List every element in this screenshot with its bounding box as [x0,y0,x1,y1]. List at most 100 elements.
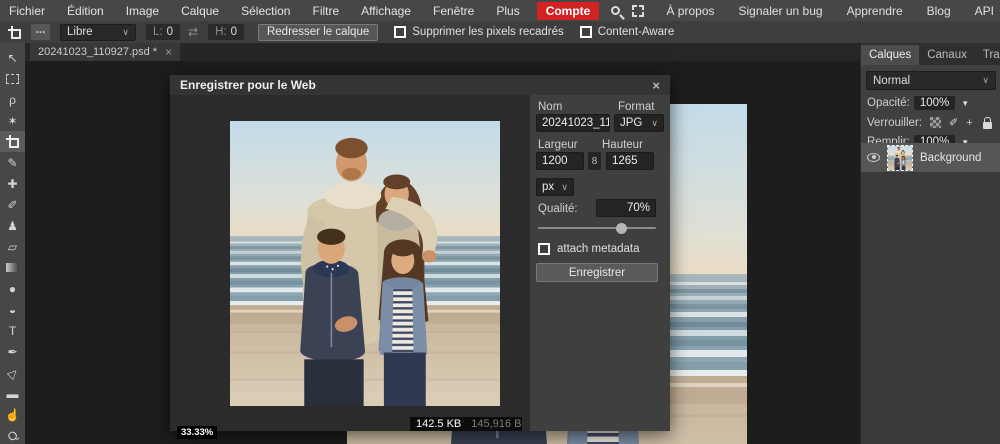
lock-position-icon[interactable]: + [966,117,972,129]
largeur-input[interactable]: 1200 [536,152,584,170]
swap-dimensions-icon[interactable]: ⇄ [188,25,198,39]
file-size-bytes: 145,916 B [471,418,522,430]
filename-input[interactable]: 20241023_1109 [536,114,610,132]
triangle-down-icon[interactable]: ▼ [961,99,969,108]
layer-row-background[interactable]: Background [861,143,1000,172]
opacity-row: Opacité: 100% ▼ [867,96,1000,110]
crop-icon [6,135,19,148]
fullscreen-button[interactable] [632,4,645,17]
marquee-select-tool[interactable] [0,68,25,89]
menu-selection[interactable]: Sélection [230,4,301,18]
pen-tool[interactable]: ✒ [0,341,25,362]
lasso-tool[interactable]: ρ [0,89,25,110]
unit-value: px [542,181,555,193]
dodge-icon: ◒ [8,302,17,317]
crop-preset-select[interactable]: Libre ∨ [60,23,136,41]
lock-row: Verrouiller: ✐ + [867,116,1000,129]
dialog-title-bar[interactable]: Enregistrer pour le Web × [170,75,670,95]
menu-fenetre[interactable]: Fenêtre [422,4,485,18]
layer-visibility-icon[interactable] [867,153,880,162]
lock-transparency-icon[interactable] [929,117,941,128]
quality-slider[interactable] [538,222,656,234]
document-tab-title: 20241023_110927.psd * [38,46,158,58]
quality-input[interactable]: 70% [596,199,656,217]
save-button[interactable]: Enregistrer [536,263,658,282]
menu-bar: Fichier Édition Image Calque Sélection F… [0,0,1000,21]
quality-slider-thumb[interactable] [615,222,627,234]
document-tab[interactable]: 20241023_110927.psd * × [30,43,181,61]
clone-stamp-icon: ♟ [7,218,18,233]
menu-edition[interactable]: Édition [56,4,115,18]
menu-api[interactable]: API [975,4,994,18]
magic-wand-tool[interactable]: ✶ [0,110,25,131]
attach-metadata-option[interactable]: attach metadata [538,243,639,255]
content-aware-checkbox[interactable] [579,26,592,38]
content-aware-label: Content-Aware [597,26,675,38]
account-button[interactable]: Compte [536,1,600,20]
delete-cropped-pixels-checkbox[interactable] [394,26,407,38]
blend-mode-select[interactable]: Normal ∨ [866,71,996,90]
layers-panel: Calques Canaux Tracés Normal ∨ Opacité: … [860,43,1000,444]
menu-signaler-bug[interactable]: Signaler un bug [739,4,823,18]
largeur-label: Largeur [538,139,578,151]
layer-thumbnail[interactable] [887,144,913,171]
gradient-tool[interactable] [0,257,25,278]
healing-brush-icon: ✚ [7,176,18,191]
tab-canaux[interactable]: Canaux [919,45,975,65]
menu-affichage[interactable]: Affichage [350,4,422,18]
clone-stamp-tool[interactable]: ♟ [0,215,25,236]
path-select-icon: ▷ [4,364,21,381]
search-button[interactable] [611,6,621,15]
nom-label: Nom [538,101,563,113]
attach-metadata-checkbox[interactable] [538,243,550,255]
eyedropper-tool[interactable]: ✎ [0,152,25,173]
tab-calques[interactable]: Calques [861,45,920,65]
width-field[interactable]: L: 0 [146,24,180,40]
menu-fichier[interactable]: Fichier [9,4,56,18]
tab-traces[interactable]: Tracés [975,45,1000,65]
menu-calque[interactable]: Calque [170,4,230,18]
brush-tool[interactable]: ✐ [0,194,25,215]
lock-all-icon[interactable] [982,116,992,129]
delete-cropped-pixels-label: Supprimer les pixels recadrés [412,26,564,38]
blur-tool[interactable]: ● [0,278,25,299]
hauteur-input[interactable]: 1265 [606,152,654,170]
link-dimensions-icon[interactable]: 8 [588,152,601,170]
gradient-icon [6,263,19,272]
menu-a-propos[interactable]: À propos [666,4,714,18]
hand-tool[interactable]: ☝ [0,404,25,425]
type-tool[interactable]: T [0,320,25,341]
dialog-close-icon[interactable]: × [652,78,660,93]
eraser-tool[interactable]: ▱ [0,236,25,257]
magic-wand-icon: ✶ [7,113,18,128]
menu-plus[interactable]: Plus [485,4,530,18]
file-size-bar: 142.5 KB 145,916 B [410,417,522,431]
tab-close-icon[interactable]: × [165,45,172,59]
move-tool[interactable]: ↖ [0,47,25,68]
zoom-tool[interactable]: Q [0,425,25,444]
opacity-value[interactable]: 100% [913,96,956,110]
format-select[interactable]: JPG ∨ [614,114,664,132]
dialog-preview-area[interactable] [170,95,530,431]
height-field[interactable]: H: 0 [208,24,244,40]
lock-paint-icon[interactable]: ✐ [949,116,958,129]
path-select-tool[interactable]: ▷ [0,362,25,383]
shape-icon: ▬ [6,386,19,401]
dodge-tool[interactable]: ◒ [0,299,25,320]
move-tool-icon: ↖ [7,50,18,65]
delete-cropped-pixels-option[interactable]: Supprimer les pixels recadrés [394,26,564,38]
type-icon: T [8,323,17,338]
search-icon [611,6,621,15]
shape-tool[interactable]: ▬ [0,383,25,404]
menu-blog[interactable]: Blog [927,4,951,18]
straighten-layer-button[interactable]: Redresser le calque [257,23,379,41]
healing-brush-tool[interactable]: ✚ [0,173,25,194]
unit-select[interactable]: px ∨ [536,178,574,196]
menu-apprendre[interactable]: Apprendre [847,4,903,18]
content-aware-option[interactable]: Content-Aware [579,26,675,38]
menu-image[interactable]: Image [115,4,170,18]
menu-filtre[interactable]: Filtre [301,4,350,18]
crop-tool[interactable] [0,131,25,152]
tool-more-options-button[interactable]: ... [31,24,50,40]
save-for-web-dialog: Enregistrer pour le Web × Nom Format 202… [170,75,670,439]
